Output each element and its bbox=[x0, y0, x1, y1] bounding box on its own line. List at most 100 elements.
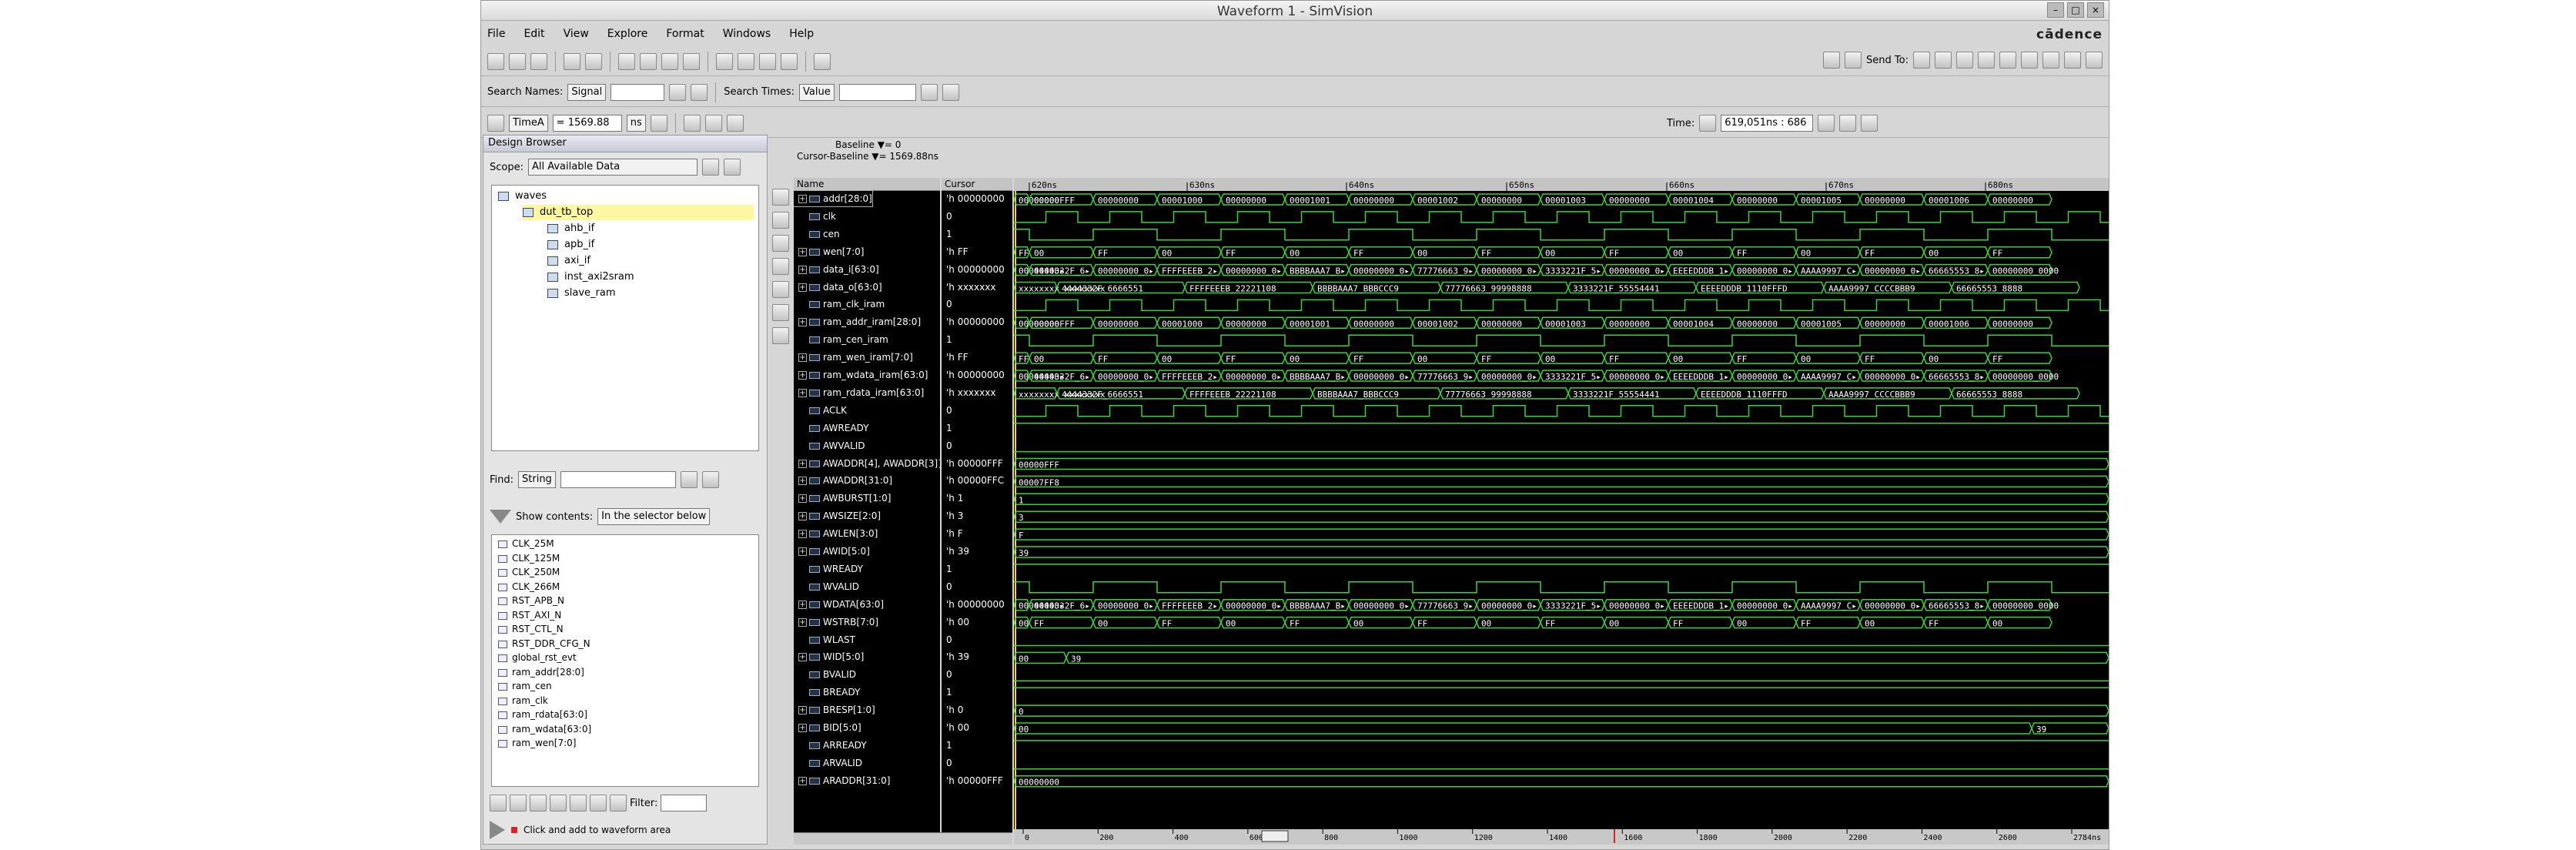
signal-list-item[interactable]: RST_AXI_N bbox=[492, 608, 758, 623]
show-contents-select[interactable]: In the selector below bbox=[597, 508, 711, 525]
expand-icon[interactable] bbox=[798, 442, 807, 450]
signal-row[interactable]: ram_cen_iram bbox=[794, 332, 888, 347]
signal-row[interactable]: + AWLEN[3:0] bbox=[794, 526, 878, 541]
signal-row[interactable]: + ram_wdata_iram[63:0] bbox=[794, 367, 928, 383]
tree-node-slave-ram[interactable]: slave_ram bbox=[547, 286, 616, 301]
expand-icon[interactable]: + bbox=[798, 530, 807, 539]
send-to-waveform-icon[interactable] bbox=[781, 52, 798, 70]
signal-row[interactable]: AWREADY bbox=[794, 420, 868, 436]
cursor-baseline-label[interactable]: Cursor-Baseline ▼= 1569.88ns bbox=[797, 151, 1025, 162]
filter-inouts-icon[interactable] bbox=[550, 795, 567, 812]
expand-icon[interactable]: + bbox=[798, 724, 807, 732]
signal-row[interactable]: BREADY bbox=[794, 684, 860, 700]
signal-row[interactable]: + AWADDR[4], AWADDR[3]} bbox=[794, 456, 940, 471]
find-input[interactable] bbox=[560, 471, 676, 488]
signal-row[interactable]: clk bbox=[794, 209, 836, 224]
time-unit-select[interactable]: ns bbox=[626, 114, 646, 132]
zoom-fit-icon[interactable] bbox=[1861, 115, 1878, 132]
scope-select[interactable]: All Available Data bbox=[527, 159, 698, 176]
signal-list-item[interactable]: CLK_125M bbox=[492, 551, 758, 566]
menu-view[interactable]: View bbox=[564, 28, 589, 40]
expand-icon[interactable] bbox=[798, 688, 807, 697]
signal-row[interactable]: + AWID[5:0] bbox=[794, 544, 870, 559]
expand-icon[interactable]: + bbox=[798, 653, 807, 662]
search-times-forward-icon[interactable] bbox=[942, 83, 959, 101]
scope-up-icon[interactable] bbox=[701, 159, 719, 176]
signal-row[interactable]: + data_i[63:0] bbox=[794, 262, 879, 277]
filter-signals-icon[interactable] bbox=[490, 795, 507, 812]
marker-tool-icon[interactable] bbox=[772, 258, 789, 275]
send-register-icon[interactable] bbox=[1978, 52, 1995, 69]
waveform-area[interactable]: 620ns 630ns 640ns 650ns 660ns 670ns 680ns 00000… bbox=[1014, 178, 2109, 845]
search-times-mode[interactable]: Value bbox=[799, 83, 835, 101]
signal-row[interactable]: ARVALID bbox=[794, 755, 862, 771]
menu-file[interactable]: File bbox=[487, 28, 505, 40]
filter-input[interactable] bbox=[661, 795, 708, 812]
signal-row[interactable]: + WDATA[63:0] bbox=[794, 597, 884, 612]
name-scrollbar[interactable] bbox=[794, 832, 1012, 845]
add-icon[interactable] bbox=[1845, 52, 1862, 69]
signal-row[interactable]: AWVALID bbox=[794, 438, 865, 453]
signal-row[interactable]: + WID[5:0] bbox=[794, 649, 864, 664]
expand-icon[interactable] bbox=[798, 407, 807, 415]
signal-list-item[interactable]: CLK_250M bbox=[492, 565, 758, 580]
expand-icon[interactable] bbox=[798, 583, 807, 591]
expand-icon[interactable]: + bbox=[798, 547, 807, 556]
tree-node-dut-tb-top[interactable]: dut_tb_top bbox=[523, 205, 754, 220]
menu-edit[interactable]: Edit bbox=[524, 28, 544, 40]
expand-icon[interactable]: + bbox=[798, 776, 807, 785]
menu-explore[interactable]: Explore bbox=[607, 28, 648, 40]
signal-row[interactable]: ACLK bbox=[794, 403, 847, 418]
signal-list-item[interactable]: RST_DDR_CFG_N bbox=[492, 637, 758, 651]
group-tool-icon[interactable] bbox=[772, 235, 789, 252]
signal-list-item[interactable]: CLK_266M bbox=[492, 580, 758, 594]
expand-icon[interactable] bbox=[798, 212, 807, 221]
signal-list-item[interactable]: ram_wdata[63:0] bbox=[492, 722, 758, 737]
signal-row[interactable]: cen bbox=[794, 226, 840, 242]
expand-icon[interactable]: + bbox=[798, 600, 807, 609]
filter-inputs-icon[interactable] bbox=[510, 795, 527, 812]
search-names-mode[interactable]: Signal bbox=[567, 83, 607, 101]
name-column-header[interactable]: Name bbox=[794, 178, 940, 191]
signal-list-item[interactable]: ram_addr[28:0] bbox=[492, 665, 758, 680]
waveform-canvas[interactable]: 620ns 630ns 640ns 650ns 660ns 670ns 680ns00000… bbox=[1014, 178, 2109, 845]
time-step-icon[interactable] bbox=[650, 114, 667, 132]
expand-icon[interactable] bbox=[798, 300, 807, 309]
filter-edit-icon[interactable] bbox=[610, 795, 627, 812]
send-to-source-icon[interactable] bbox=[738, 52, 754, 70]
send-waveform-icon[interactable] bbox=[1935, 52, 1952, 69]
signal-list-item[interactable]: ram_clk bbox=[492, 694, 758, 708]
expand-icon[interactable]: + bbox=[798, 195, 807, 203]
expand-icon[interactable] bbox=[798, 565, 807, 574]
search-back-icon[interactable] bbox=[669, 83, 687, 101]
zoom-cursor-icon[interactable] bbox=[726, 114, 744, 132]
send-source-icon[interactable] bbox=[1956, 52, 1973, 69]
tree-node-waves[interactable]: waves bbox=[498, 189, 547, 204]
radix-tool-icon[interactable] bbox=[772, 327, 789, 344]
expand-icon[interactable] bbox=[798, 741, 807, 750]
signal-row[interactable]: + AWSIZE[2:0] bbox=[794, 508, 881, 524]
paste-icon[interactable] bbox=[661, 52, 678, 70]
signal-row[interactable]: + data_o[63:0] bbox=[794, 279, 882, 295]
signal-row[interactable]: + BRESP[1:0] bbox=[794, 702, 875, 718]
find-mode-select[interactable]: String bbox=[518, 471, 556, 488]
signal-list-item[interactable]: ram_cen bbox=[492, 679, 758, 694]
filter-variables-icon[interactable] bbox=[570, 795, 587, 812]
collapse-tool-icon[interactable] bbox=[772, 304, 789, 321]
expand-icon[interactable] bbox=[798, 636, 807, 644]
tree-node-inst-axi2sram[interactable]: inst_axi2sram bbox=[547, 269, 634, 285]
find-icon[interactable] bbox=[680, 471, 698, 488]
signal-row[interactable]: ARREADY bbox=[794, 738, 867, 753]
close-button[interactable]: × bbox=[2087, 2, 2104, 18]
find-options-icon[interactable] bbox=[701, 471, 719, 488]
cursor-icon[interactable] bbox=[487, 114, 504, 132]
signal-list-item[interactable]: global_rst_evt bbox=[492, 651, 758, 665]
signal-list-item[interactable]: RST_APB_N bbox=[492, 594, 758, 608]
send-to-schematic-icon[interactable] bbox=[716, 52, 733, 70]
zoom-tool-icon[interactable] bbox=[772, 212, 789, 229]
signal-row[interactable]: WVALID bbox=[794, 579, 859, 594]
search-names-input[interactable] bbox=[611, 83, 665, 101]
expand-icon[interactable]: + bbox=[798, 388, 807, 397]
menu-help[interactable]: Help bbox=[789, 28, 814, 40]
expand-icon[interactable]: + bbox=[798, 353, 807, 363]
